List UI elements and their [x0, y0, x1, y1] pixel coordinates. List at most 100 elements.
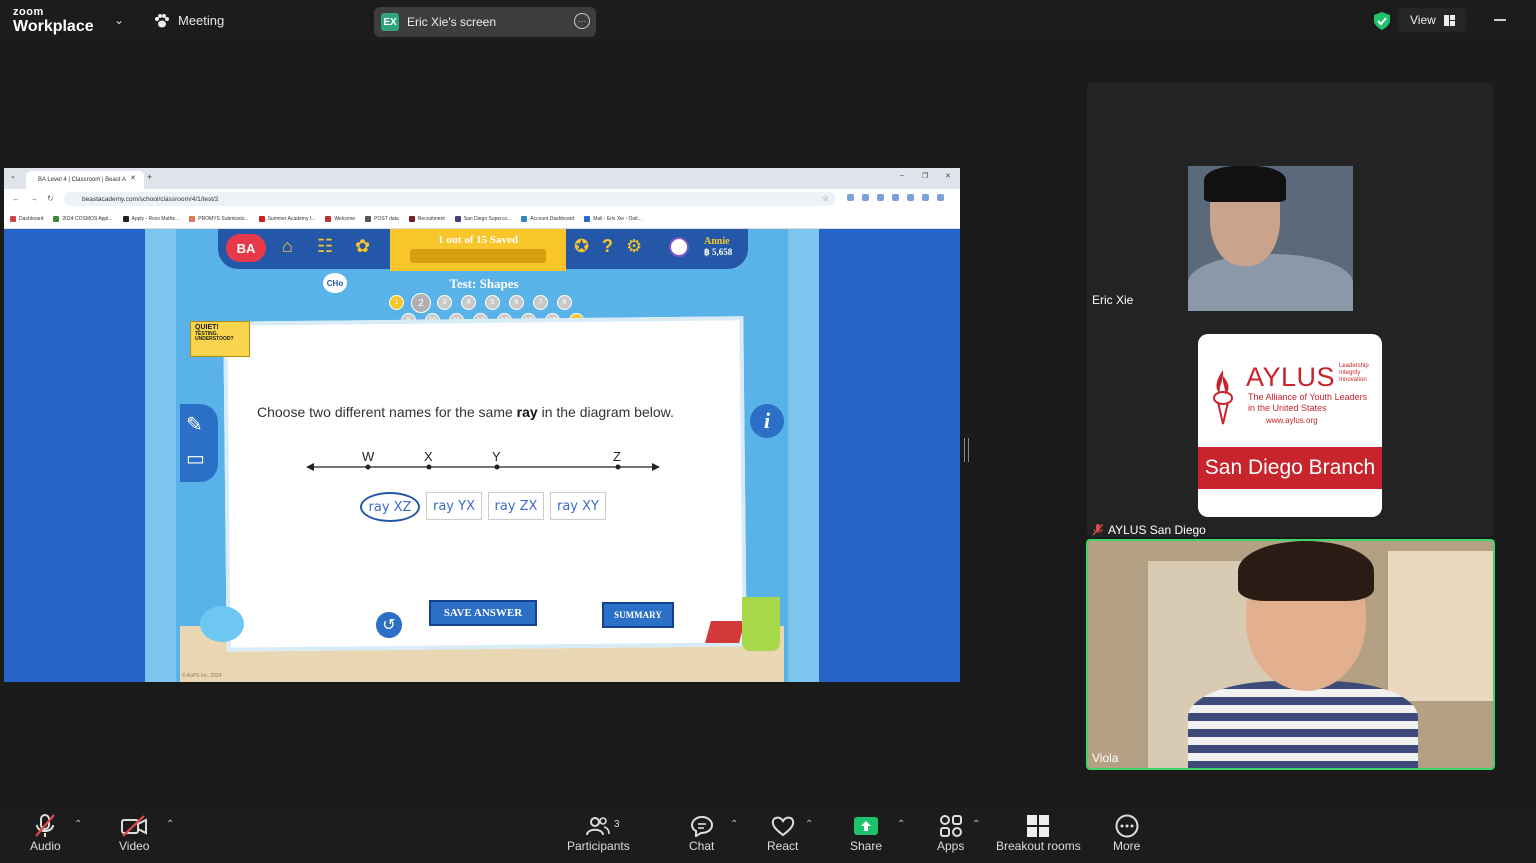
chevron-down-icon[interactable]: ⌄ — [114, 13, 124, 27]
question-dot[interactable]: 4 — [461, 295, 476, 310]
answer-choice[interactable]: ray XY — [550, 492, 606, 520]
share-screen-icon — [854, 817, 879, 835]
brand-bottom: Workplace — [13, 18, 94, 35]
question-dot[interactable]: 6 — [509, 295, 524, 310]
more-button[interactable]: More — [1113, 813, 1140, 853]
bookmark[interactable]: POST data — [365, 215, 399, 222]
chapter-badge[interactable]: CHo — [323, 273, 347, 293]
point-label: Y — [492, 449, 501, 464]
answer-choice[interactable]: ray ZX — [488, 492, 544, 520]
bookmark[interactable]: Welcome — [325, 215, 355, 222]
chat-options-chevron-icon[interactable]: ⌃ — [730, 819, 738, 830]
save-answer-button[interactable]: SAVE ANSWER — [429, 600, 537, 626]
bookmark[interactable]: Summer Academy f... — [258, 215, 315, 222]
react-label: React — [767, 839, 799, 853]
video-options-chevron-icon[interactable]: ⌃ — [166, 819, 174, 830]
award-icon[interactable]: ✪ — [574, 236, 589, 257]
question-dot[interactable]: 2 — [411, 293, 431, 313]
bookmark[interactable]: Dashboard — [10, 215, 43, 222]
user-info[interactable]: Annie ฿ 5,658 — [704, 236, 733, 257]
extension-icons[interactable] — [847, 194, 944, 201]
book-icon[interactable]: ☷ — [317, 236, 333, 257]
question-dot[interactable]: 1 — [389, 295, 404, 310]
question-dot[interactable]: 5 — [485, 295, 500, 310]
info-icon[interactable]: i — [750, 404, 784, 438]
zoom-logo: zoom Workplace — [13, 7, 94, 35]
user-coins: ฿ 5,658 — [704, 246, 733, 257]
apps-label: Apps — [937, 839, 965, 853]
participants-button[interactable]: Participants — [567, 813, 630, 853]
new-tab-icon[interactable]: + — [147, 172, 152, 182]
bookmark-star-icon[interactable]: ☆ — [822, 194, 829, 203]
question-dot[interactable]: 7 — [533, 295, 548, 310]
presenter-initials: EX — [381, 13, 399, 31]
more-options-icon[interactable]: ··· — [574, 13, 590, 29]
chat-icon — [690, 815, 713, 837]
bookmark[interactable]: Mail - Eric Xie - Outl... — [584, 215, 642, 222]
browser-tab-strip: ⌄ BA Level 4 | Classroom | Beast A ✕ + –… — [4, 168, 960, 189]
video-button[interactable]: Video — [119, 813, 149, 853]
more-icon — [1115, 814, 1139, 838]
breakout-rooms-button[interactable]: Breakout rooms — [996, 813, 1081, 853]
forward-icon[interactable]: → — [30, 194, 38, 203]
torch-icon — [1213, 370, 1233, 425]
share-label: Share — [850, 839, 883, 853]
muted-mic-icon — [1093, 524, 1103, 536]
back-icon[interactable]: ← — [12, 194, 20, 203]
participants-label: Participants — [567, 839, 630, 853]
view-button[interactable]: View — [1398, 8, 1466, 32]
pencil-icon[interactable]: ✎ — [186, 412, 203, 437]
react-button[interactable]: React — [767, 813, 798, 853]
ba-logo[interactable]: BA — [226, 234, 266, 262]
aylus-description: The Alliance of Youth Leaders in the Unit… — [1248, 392, 1368, 413]
tab-close-icon[interactable]: ✕ — [130, 174, 136, 182]
tab-search-icon[interactable]: ⌄ — [10, 172, 16, 180]
home-icon[interactable]: ⌂ — [282, 236, 293, 257]
audio-options-chevron-icon[interactable]: ⌃ — [74, 819, 82, 830]
question-dot[interactable]: 8 — [557, 295, 572, 310]
question-dot[interactable]: 3 — [437, 295, 452, 310]
minimize-icon[interactable] — [1494, 19, 1506, 21]
apps-options-chevron-icon[interactable]: ⌃ — [972, 819, 980, 830]
left-arrow-icon — [306, 463, 314, 471]
eraser-icon[interactable]: ▭ — [186, 446, 205, 471]
window-close-icon[interactable]: ✕ — [945, 172, 951, 180]
paw-icon — [155, 13, 169, 27]
eric-video — [1188, 166, 1353, 311]
chat-button[interactable]: Chat — [689, 813, 714, 853]
bookmark[interactable]: Apply - Ross Mathe... — [122, 215, 179, 222]
answer-choice-selected[interactable]: ray XZ — [360, 492, 420, 522]
window-restore-icon[interactable]: ❐ — [922, 172, 928, 180]
shared-screen-pill[interactable]: EX Eric Xie's screen ··· — [374, 7, 596, 37]
bookmark[interactable]: Account Dashboard — [521, 215, 574, 222]
settings-gear-icon[interactable]: ⚙ — [626, 236, 642, 257]
aylus-tagline: Leadership Integrity Innovation — [1339, 363, 1369, 384]
browser-tab[interactable]: BA Level 4 | Classroom | Beast A — [26, 171, 144, 189]
share-button[interactable]: Share — [850, 813, 882, 853]
meeting-info-button[interactable]: Meeting — [154, 13, 224, 28]
puzzle-icon[interactable]: ✿ — [355, 236, 370, 257]
resize-handle[interactable] — [964, 438, 969, 462]
point-label: W — [362, 449, 375, 464]
bookmark[interactable]: 2024 COSMOS Appl... — [53, 215, 113, 222]
audio-button[interactable]: Audio — [30, 813, 61, 853]
reset-icon[interactable]: ↺ — [374, 610, 404, 640]
view-label: View — [1410, 13, 1436, 27]
address-bar[interactable]: beastacademy.com/school/classroom/4/1/te… — [64, 192, 836, 206]
share-options-chevron-icon[interactable]: ⌃ — [897, 819, 905, 830]
answer-choice[interactable]: ray YX — [426, 492, 482, 520]
apps-button[interactable]: Apps — [937, 813, 964, 853]
react-options-chevron-icon[interactable]: ⌃ — [805, 819, 813, 830]
bookmark[interactable]: Recruitment — [408, 215, 445, 222]
reload-icon[interactable]: ↻ — [47, 194, 54, 203]
user-name: Annie — [704, 236, 730, 247]
security-shield-icon[interactable] — [1374, 12, 1390, 30]
window-minimize-icon[interactable]: – — [900, 172, 904, 179]
bookmark[interactable]: San Diego Superco... — [454, 215, 511, 222]
breakout-rooms-label: Breakout rooms — [996, 839, 1081, 853]
bookmark[interactable]: PROMYS Submissio... — [189, 215, 249, 222]
summary-button[interactable]: SUMMARY — [602, 602, 674, 628]
help-icon[interactable]: ? — [602, 236, 613, 257]
user-avatar[interactable] — [669, 237, 689, 257]
participants-icon — [586, 817, 611, 836]
